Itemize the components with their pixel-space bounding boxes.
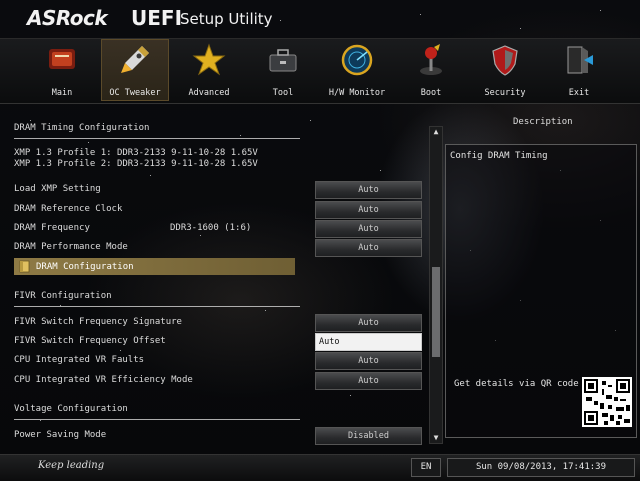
scroll-up-arrow-icon[interactable]: ▲ [430,127,442,137]
section-divider [14,306,300,307]
tab-security-label: Security [484,88,526,98]
language-button[interactable]: EN [411,458,441,477]
rocket-icon [121,46,149,73]
star-icon [192,43,226,76]
load-xmp-label: Load XMP Setting [14,184,101,194]
fivr-signature-label: FIVR Switch Frequency Signature [14,317,182,327]
radar-icon [341,44,373,76]
cpu-vr-efficiency-label: CPU Integrated VR Efficiency Mode [14,375,193,385]
joystick-icon [420,44,442,75]
dram-perf-mode-label: DRAM Performance Mode [14,242,128,252]
tab-tool[interactable]: Tool [249,39,317,101]
tab-tool-label: Tool [272,88,294,98]
tab-security[interactable]: Security [471,39,539,101]
tab-exit[interactable]: Exit [545,39,613,101]
section-divider [14,419,300,420]
setup-utility-title: Setup Utility [180,10,273,28]
dram-ref-clock-label: DRAM Reference Clock [14,204,123,214]
tab-oc-tweaker[interactable]: OC Tweaker [101,39,169,101]
scroll-down-arrow-icon[interactable]: ▼ [430,433,442,443]
tab-main[interactable]: Main [28,39,96,101]
qr-code-caption: Get details via QR code [454,379,579,389]
description-title: Description [513,117,573,127]
load-xmp-select[interactable]: Auto [315,181,422,199]
dram-frequency-current: DDR3-1600 (1:6) [170,223,252,233]
dram-configuration-label: DRAM Configuration [36,262,134,272]
tab-exit-label: Exit [568,88,590,98]
fivr-offset-select[interactable]: Auto [315,333,422,351]
tab-hw-monitor-label: H/W Monitor [328,88,386,98]
fivr-section-title: FIVR Configuration [14,291,112,301]
tab-advanced-label: Advanced [188,88,230,98]
power-saving-label: Power Saving Mode [14,430,107,440]
cpu-vr-faults-label: CPU Integrated VR Faults [14,355,145,365]
tab-main-label: Main [51,88,73,98]
dram-ref-clock-select[interactable]: Auto [315,201,422,219]
fivr-signature-select[interactable]: Auto [315,314,422,332]
tab-advanced[interactable]: Advanced [175,39,243,101]
scrollbar[interactable]: ▲ ▼ [429,126,443,444]
toolbox-icon [269,49,297,72]
tab-boot-label: Boot [420,88,442,98]
shield-icon [492,45,518,76]
section-divider [14,138,300,139]
tab-oc-tweaker-label: OC Tweaker [109,88,161,98]
nav-bar: Main OC Tweaker Advanced Tool H/W Monito… [0,38,640,104]
date-time-display: Sun 09/08/2013, 17:41:39 [447,458,635,477]
qr-code-icon [582,377,632,427]
tab-hw-monitor[interactable]: H/W Monitor [323,39,391,101]
xmp-profile-1: XMP 1.3 Profile 1: DDR3-2133 9-11-10-28 … [14,148,258,158]
dram-frequency-label: DRAM Frequency [14,223,90,233]
dram-timing-section-title: DRAM Timing Configuration [14,123,150,133]
xmp-profile-2: XMP 1.3 Profile 2: DDR3-2133 9-11-10-28 … [14,159,258,169]
cpu-vr-faults-select[interactable]: Auto [315,352,422,370]
scroll-thumb[interactable] [432,267,440,357]
folder-icon [19,260,30,273]
uefi-title: UEFI [131,6,183,30]
title-bar: ASRock UEFI Setup Utility [0,0,640,38]
fivr-offset-label: FIVR Switch Frequency Offset [14,336,166,346]
exit-door-icon [567,46,593,74]
power-saving-select[interactable]: Disabled [315,427,422,445]
main-icon [49,49,75,69]
brand-logo: ASRock [27,6,108,30]
description-text: Config DRAM Timing [450,151,548,161]
dram-frequency-select[interactable]: Auto [315,220,422,238]
voltage-section-title: Voltage Configuration [14,404,128,414]
dram-perf-mode-select[interactable]: Auto [315,239,422,257]
tab-boot[interactable]: Boot [397,39,465,101]
slogan-text: Keep leading [38,460,105,471]
cpu-vr-efficiency-select[interactable]: Auto [315,372,422,390]
